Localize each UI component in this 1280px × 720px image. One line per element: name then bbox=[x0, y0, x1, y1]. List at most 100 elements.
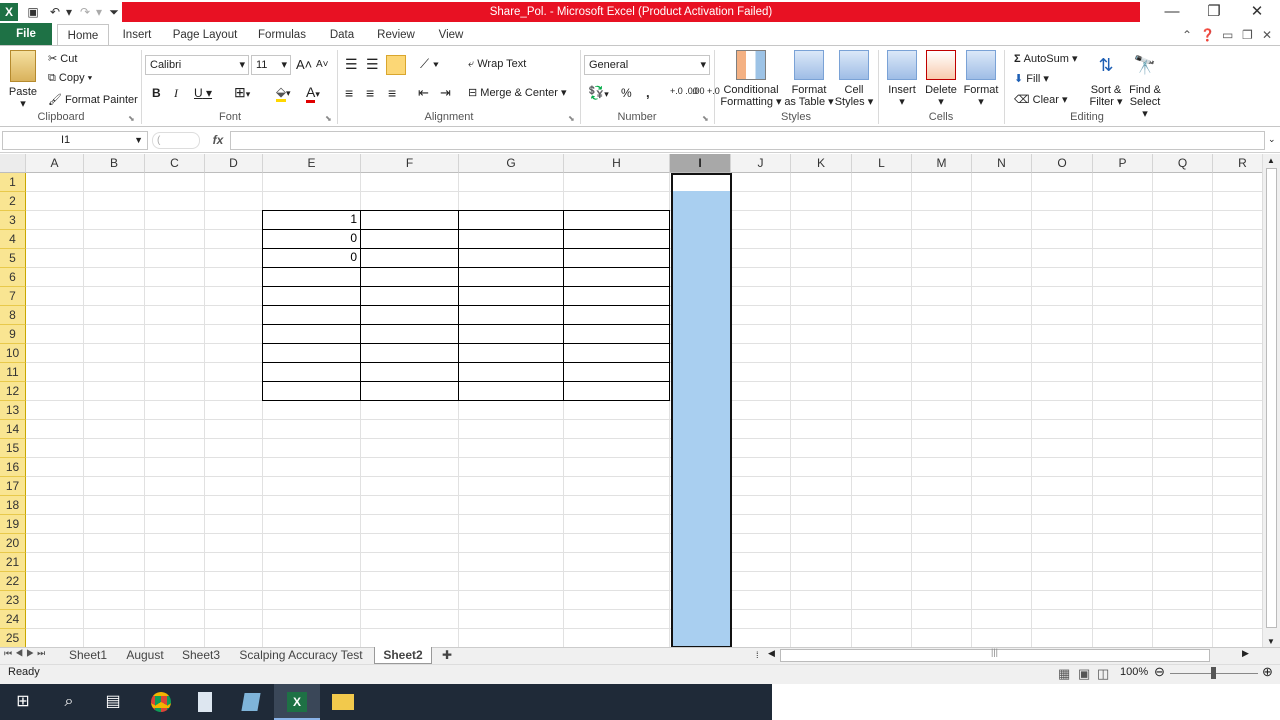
column-header-c[interactable]: C bbox=[145, 154, 205, 173]
format-cells-button[interactable]: Format ▾ bbox=[962, 50, 1000, 108]
row-header-14[interactable]: 14 bbox=[0, 420, 26, 439]
chrome-icon[interactable] bbox=[138, 684, 184, 720]
bold-button[interactable]: B bbox=[152, 86, 161, 100]
scroll-up-icon[interactable]: ▲ bbox=[1267, 156, 1275, 165]
row-header-22[interactable]: 22 bbox=[0, 572, 26, 591]
copy-button[interactable]: ⧉ Copy ▾ bbox=[48, 72, 92, 85]
customize-qat-icon[interactable]: ⏷ bbox=[108, 3, 120, 21]
column-header-g[interactable]: G bbox=[459, 154, 564, 173]
horizontal-scroll-thumb[interactable]: ||| bbox=[780, 647, 1210, 662]
column-header-h[interactable]: H bbox=[564, 154, 670, 173]
save-icon[interactable]: ▣ bbox=[24, 3, 42, 21]
collapse-ribbon-icon[interactable]: ⌃ bbox=[1182, 28, 1192, 42]
row-header-3[interactable]: 3 bbox=[0, 211, 26, 230]
help-icon[interactable]: ❓ bbox=[1200, 28, 1215, 42]
merge-center-button[interactable]: ⊟ Merge & Center ▾ bbox=[468, 86, 567, 99]
increase-indent-button[interactable]: ⇥ bbox=[440, 85, 451, 101]
column-header-k[interactable]: K bbox=[791, 154, 852, 173]
percent-button[interactable]: % bbox=[621, 86, 632, 100]
paste-button[interactable]: Paste ▾ bbox=[6, 50, 40, 110]
row-header-8[interactable]: 8 bbox=[0, 306, 26, 325]
cut-button[interactable]: ✂ Cut bbox=[48, 52, 77, 65]
bottom-align-button[interactable] bbox=[386, 55, 406, 75]
sheet-tab-scalping-accuracy-test[interactable]: Scalping Accuracy Test bbox=[236, 647, 366, 664]
tab-page-layout[interactable]: Page Layout bbox=[168, 24, 242, 46]
column-header-l[interactable]: L bbox=[852, 154, 912, 173]
accounting-format-button[interactable]: 💱▾ bbox=[588, 85, 609, 101]
zoom-level[interactable]: 100% bbox=[1120, 666, 1148, 678]
minimize-icon[interactable]: — bbox=[1152, 0, 1192, 24]
row-header-24[interactable]: 24 bbox=[0, 610, 26, 629]
borders-button[interactable]: ⊞▾ bbox=[234, 84, 250, 101]
tab-insert[interactable]: Insert bbox=[115, 24, 159, 46]
page-layout-view-icon[interactable]: ▣ bbox=[1078, 666, 1090, 682]
column-header-f[interactable]: F bbox=[361, 154, 459, 173]
row-header-12[interactable]: 12 bbox=[0, 382, 26, 401]
font-name-select[interactable]: Calibri ▾ bbox=[145, 55, 249, 75]
row-header-19[interactable]: 19 bbox=[0, 515, 26, 534]
redo-icon[interactable]: ↷ bbox=[76, 3, 94, 21]
fill-color-button[interactable]: ⬙▾ bbox=[276, 84, 291, 102]
sheet-tab-august[interactable]: August bbox=[121, 647, 169, 664]
zoom-in-icon[interactable]: ⊕ bbox=[1262, 664, 1273, 680]
active-cell-i1[interactable] bbox=[673, 175, 730, 191]
row-header-20[interactable]: 20 bbox=[0, 534, 26, 553]
shrink-font-button[interactable]: A˅ bbox=[316, 59, 329, 70]
delete-cells-button[interactable]: Delete ▾ bbox=[922, 50, 960, 108]
undo-icon[interactable]: ↶ bbox=[46, 3, 64, 21]
sheet-tab-sheet1[interactable]: Sheet1 bbox=[62, 647, 114, 664]
redo-dropdown-icon[interactable]: ▾ bbox=[94, 3, 104, 21]
format-as-table-button[interactable]: Format as Table ▾ bbox=[784, 50, 834, 108]
tab-home[interactable]: Home bbox=[57, 24, 109, 46]
row-header-11[interactable]: 11 bbox=[0, 363, 26, 382]
scroll-right-icon[interactable]: ▶ bbox=[1242, 648, 1249, 659]
column-header-q[interactable]: Q bbox=[1153, 154, 1213, 173]
sheet-tab-sheet2[interactable]: Sheet2 bbox=[374, 647, 432, 664]
scroll-down-icon[interactable]: ▼ bbox=[1267, 637, 1275, 646]
row-header-13[interactable]: 13 bbox=[0, 401, 26, 420]
row-header-4[interactable]: 4 bbox=[0, 230, 26, 249]
formula-bar-resize-handle[interactable]: ( bbox=[152, 132, 200, 149]
cell-e5[interactable]: 0 bbox=[263, 250, 357, 264]
number-format-select[interactable]: General ▾ bbox=[584, 55, 710, 75]
tab-file[interactable]: File bbox=[0, 23, 52, 45]
excel-taskbar-icon[interactable]: X bbox=[274, 684, 320, 720]
column-header-p[interactable]: P bbox=[1093, 154, 1153, 173]
row-header-6[interactable]: 6 bbox=[0, 268, 26, 287]
wb-minimize-icon[interactable]: ▭ bbox=[1222, 28, 1233, 42]
column-header-o[interactable]: O bbox=[1032, 154, 1093, 173]
name-box[interactable]: I1 ▼ bbox=[2, 131, 148, 150]
close-icon[interactable]: ✕ bbox=[1237, 0, 1277, 24]
orientation-button[interactable]: ⟋ ▾ bbox=[420, 56, 439, 72]
insert-cells-button[interactable]: Insert ▾ bbox=[884, 50, 920, 108]
row-header-15[interactable]: 15 bbox=[0, 439, 26, 458]
column-header-n[interactable]: N bbox=[972, 154, 1032, 173]
align-right-button[interactable]: ≡ bbox=[388, 85, 396, 101]
file-explorer-icon[interactable] bbox=[320, 684, 366, 720]
align-center-button[interactable]: ≡ bbox=[366, 85, 374, 101]
row-header-23[interactable]: 23 bbox=[0, 591, 26, 610]
normal-view-icon[interactable]: ▦ bbox=[1058, 666, 1070, 682]
clear-button[interactable]: ⌫ Clear ▾ bbox=[1014, 93, 1068, 106]
column-header-b[interactable]: B bbox=[84, 154, 145, 173]
font-launcher-icon[interactable]: ⬊ bbox=[325, 114, 332, 123]
notepad-icon[interactable] bbox=[228, 684, 274, 720]
vertical-scrollbar[interactable]: ▲ ▼ bbox=[1262, 154, 1280, 648]
cell-styles-button[interactable]: Cell Styles ▾ bbox=[834, 50, 874, 108]
expand-formula-bar-icon[interactable]: ⌄ bbox=[1268, 134, 1276, 145]
wrap-text-button[interactable]: ⤶ Wrap Text bbox=[468, 58, 526, 71]
tab-view[interactable]: View bbox=[430, 24, 472, 46]
page-break-view-icon[interactable]: ◫ bbox=[1097, 666, 1109, 682]
row-header-7[interactable]: 7 bbox=[0, 287, 26, 306]
insert-function-button[interactable]: fx bbox=[206, 131, 230, 150]
number-launcher-icon[interactable]: ⬊ bbox=[702, 114, 709, 123]
row-header-10[interactable]: 10 bbox=[0, 344, 26, 363]
top-align-button[interactable]: ☰ bbox=[345, 56, 358, 73]
zoom-out-icon[interactable]: ⊖ bbox=[1154, 664, 1165, 680]
row-header-16[interactable]: 16 bbox=[0, 458, 26, 477]
decrease-indent-button[interactable]: ⇤ bbox=[418, 85, 429, 101]
vertical-scroll-thumb[interactable] bbox=[1266, 168, 1277, 628]
zoom-slider-handle[interactable] bbox=[1211, 667, 1216, 679]
search-icon[interactable]: ⌕ bbox=[46, 684, 92, 720]
wb-close-icon[interactable]: ✕ bbox=[1262, 28, 1272, 42]
